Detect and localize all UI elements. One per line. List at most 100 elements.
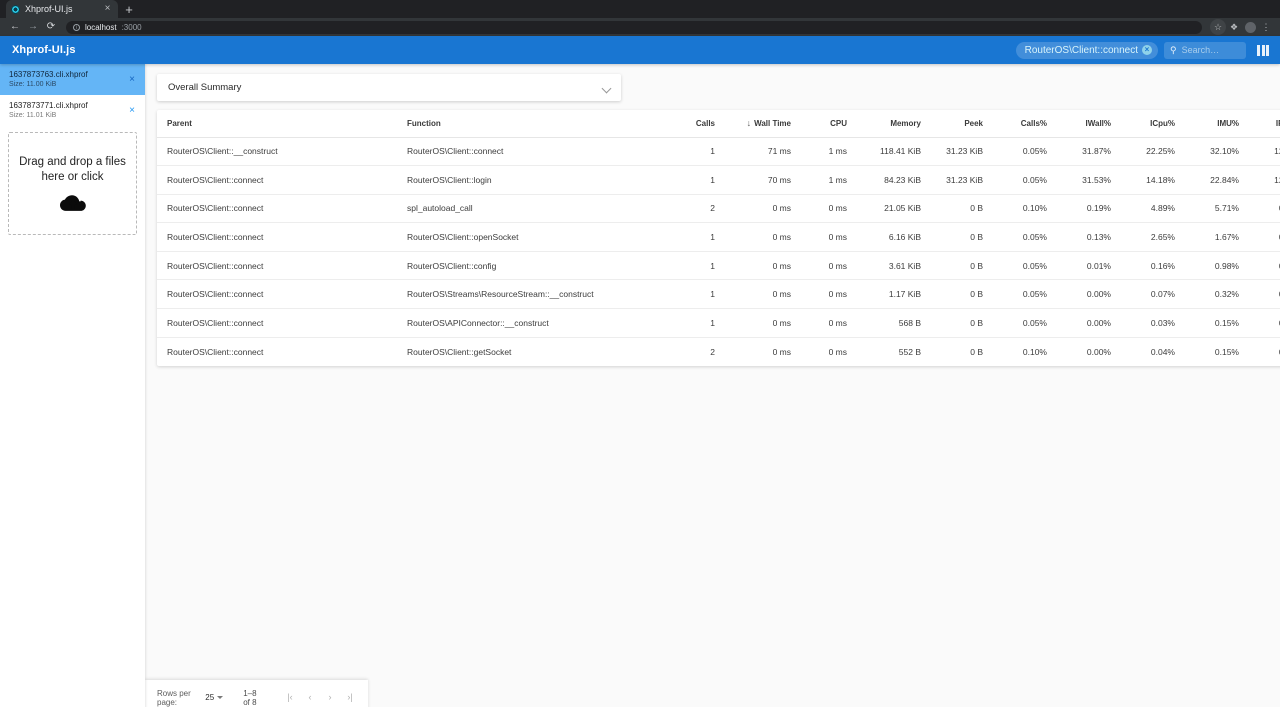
browser-menu-icon[interactable]: ⋮ [1258, 19, 1274, 35]
cell-function: spl_autoload_call [397, 194, 669, 224]
search-icon: ⚲ [1170, 44, 1177, 55]
cell-function: RouterOS\Streams\ResourceStream::__const… [397, 279, 669, 310]
sidebar-file-item-1[interactable]: 1637873771.cli.xhprof Size: 11.01 KiB × [0, 95, 145, 126]
cell-memory: 84.23 KiB [857, 165, 931, 195]
cell-iwall: 0.00% [1086, 346, 1111, 357]
prev-page-icon[interactable]: ‹ [300, 688, 320, 707]
cell-peek: 0 B [931, 222, 993, 252]
bookmark-star-icon[interactable]: ☆ [1210, 19, 1226, 35]
cell-ipmu: 0.00% [1249, 279, 1280, 310]
cell-iwall: 31.87% [1057, 137, 1121, 167]
cell-function: RouterOS\Client::login [397, 165, 669, 195]
new-tab-button[interactable]: + [118, 0, 140, 18]
cell-peek: 31.23 KiB [931, 137, 993, 167]
table-pagination: Rows per page: 25 1–8 of 8 |‹ ‹ › ›| [145, 680, 368, 707]
table-row[interactable]: RouterOS\Client::__construct RouterOS\Cli… [157, 137, 1280, 167]
site-info-icon[interactable]: i [73, 23, 80, 31]
summary-select[interactable]: Overall Summary [157, 74, 621, 101]
table-row[interactable]: RouterOS\Client::connect RouterOS\Streams… [157, 279, 1280, 310]
cell-function: RouterOS\Client::openSocket [397, 222, 669, 252]
view-columns-icon[interactable] [1252, 39, 1274, 61]
search-box[interactable]: ⚲ [1164, 41, 1246, 59]
column-header-cpu[interactable]: CPU [801, 110, 857, 138]
sidebar-file-item-0[interactable]: 1637873763.cli.xhprof Size: 11.00 KiB × [0, 64, 145, 95]
table-row[interactable]: RouterOS\Client::connect RouterOS\APIConn… [157, 308, 1280, 338]
cell-peek: 0 B [970, 346, 983, 357]
cell-wall: 0 ms [725, 194, 801, 224]
clear-filter-icon[interactable]: × [1142, 45, 1152, 55]
remove-file-icon[interactable]: × [125, 105, 139, 116]
column-header-peek[interactable]: Peek [931, 110, 993, 138]
cell-imu: 0.32% [1185, 279, 1249, 310]
file-size: Size: 11.01 KiB [9, 112, 57, 119]
cell-memory: 3.61 KiB [857, 251, 931, 281]
cell-memory: 6.16 KiB [857, 222, 931, 252]
cell-icpu: 2.65% [1121, 222, 1185, 252]
cell-callsp: 0.05% [993, 137, 1057, 167]
cell-function: RouterOS\Client::connect [397, 137, 669, 167]
address-bar[interactable]: i localhost:3000 [66, 20, 1202, 34]
cell-memory: 118.41 KiB [857, 137, 931, 167]
cell-ipmu: 12.61% [1249, 137, 1280, 167]
table-row[interactable]: RouterOS\Client::connect RouterOS\Client:… [157, 251, 1280, 281]
rows-per-page-label: Rows per page: [157, 688, 191, 707]
chevron-down-icon [217, 696, 224, 699]
cell-parent: RouterOS\Client::connect [157, 251, 397, 281]
cell-icpu: 4.89% [1121, 194, 1185, 224]
browser-tab-title: Xhprof-UI.js [25, 4, 73, 14]
remove-file-icon[interactable]: × [125, 74, 139, 85]
cell-parent: RouterOS\Client::connect [167, 346, 264, 357]
column-header-icpu-pct[interactable]: ICpu% [1121, 110, 1185, 138]
profile-avatar-icon[interactable] [1242, 19, 1258, 35]
filter-chip-label: RouterOS\Client::connect [1024, 44, 1138, 56]
file-dropzone[interactable]: Drag and drop a files here or click [8, 132, 137, 235]
main-content: Overall Summary Parent Function Calls ↓ … [145, 64, 1280, 707]
column-header-calls-pct[interactable]: Calls% [993, 110, 1057, 138]
cell-icpu: 14.18% [1121, 165, 1185, 195]
first-page-icon[interactable]: |‹ [280, 688, 300, 707]
cell-wall: 0 ms [725, 222, 801, 252]
rows-per-page-select[interactable]: 25 [205, 693, 224, 702]
next-page-icon[interactable]: › [320, 688, 340, 707]
chevron-down-icon[interactable] [602, 83, 612, 93]
column-header-memory[interactable]: Memory [857, 110, 931, 138]
column-header-ipmu-pct[interactable]: IPMU% [1249, 110, 1280, 138]
active-filter-chip[interactable]: RouterOS\Client::connect × [1015, 41, 1158, 59]
column-header-calls[interactable]: Calls [669, 110, 725, 138]
cell-peek: 0 B [931, 194, 993, 224]
cell-memory: 1.17 KiB [857, 279, 931, 310]
page-body: 1637873763.cli.xhprof Size: 11.00 KiB × … [0, 64, 1280, 707]
cell-callsp: 0.05% [993, 279, 1057, 310]
table-row[interactable]: RouterOS\Client::connect RouterOS\Client:… [157, 222, 1280, 252]
close-icon[interactable]: × [102, 4, 113, 14]
cell-cpu: 0 ms [801, 308, 857, 338]
cell-calls: 1 [669, 222, 725, 252]
back-icon[interactable]: ← [6, 18, 24, 36]
rows-per-page-value: 25 [205, 693, 215, 702]
table-row[interactable]: RouterOS\Client::connect spl_autoload_cal… [157, 194, 1280, 224]
search-input[interactable] [1181, 45, 1240, 55]
cell-cpu: 0 ms [801, 222, 857, 252]
reload-icon[interactable]: ⟳ [42, 18, 60, 36]
cell-callsp: 0.05% [993, 222, 1057, 252]
cell-function: RouterOS\APIConnector::__construct [397, 308, 669, 338]
forward-icon[interactable]: → [24, 18, 42, 36]
cell-iwall: 31.53% [1057, 165, 1121, 195]
column-header-wall-time[interactable]: ↓ Wall Time [725, 110, 801, 138]
column-header-iwall-pct[interactable]: IWall% [1057, 110, 1121, 138]
table-row[interactable]: RouterOS\Client::connect RouterOS\Client:… [157, 165, 1280, 195]
cell-wall: 0 ms [725, 308, 801, 338]
cell-imu: 22.84% [1185, 165, 1249, 195]
table-row[interactable]: RouterOS\Client::connect RouterOS\Client:… [157, 337, 1280, 366]
cell-peek: 31.23 KiB [931, 165, 993, 195]
column-header-parent[interactable]: Parent [157, 110, 397, 138]
cell-wall: 71 ms [725, 137, 801, 167]
cell-peek: 0 B [931, 251, 993, 281]
summary-select-value: Overall Summary [168, 82, 242, 93]
column-header-imu-pct[interactable]: IMU% [1185, 110, 1249, 138]
extensions-puzzle-icon[interactable]: ❖ [1226, 19, 1242, 35]
browser-tab[interactable]: Xhprof-UI.js × [6, 0, 118, 18]
cell-peek: 0 B [931, 279, 993, 310]
column-header-function[interactable]: Function [397, 110, 669, 138]
last-page-icon[interactable]: ›| [340, 688, 360, 707]
